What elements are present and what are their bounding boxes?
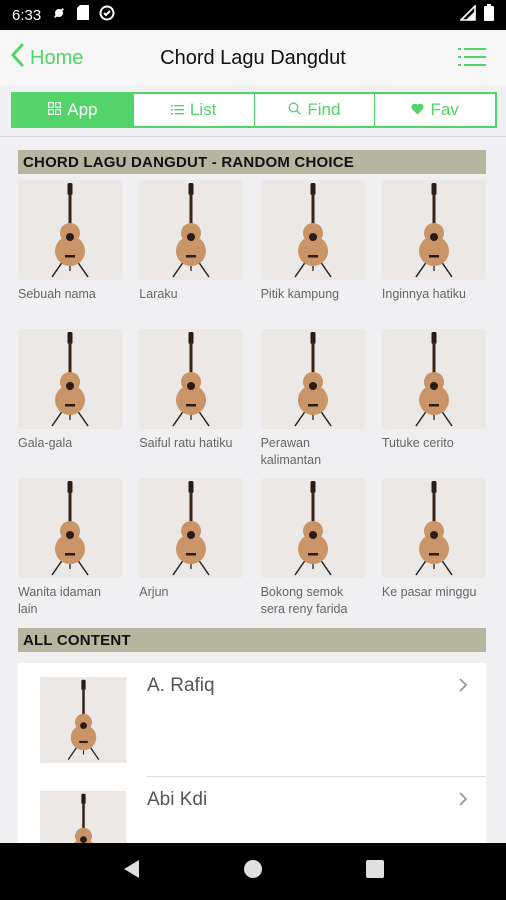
- list-item[interactable]: Abi Kdi: [18, 777, 486, 843]
- back-button[interactable]: Home: [10, 43, 83, 73]
- song-card[interactable]: Pitik kampung: [260, 180, 365, 329]
- back-label: Home: [30, 46, 84, 69]
- song-title: Saiful ratu hatiku: [139, 436, 233, 450]
- settings-icon: [51, 5, 67, 26]
- song-title: Sebuah nama: [18, 287, 96, 301]
- guitar-thumbnail: [381, 478, 486, 578]
- song-card[interactable]: Wanita idaman lain: [18, 478, 122, 627]
- battery-icon: [484, 4, 494, 26]
- guitar-thumbnail: [40, 791, 126, 843]
- circle-home-icon: [243, 859, 263, 884]
- square-recents-icon: [366, 860, 384, 883]
- artist-name: Abi Kdi: [147, 789, 208, 810]
- tab-find[interactable]: Find: [253, 94, 375, 126]
- song-card[interactable]: Ke pasar minggu: [381, 478, 486, 627]
- triangle-back-icon: [122, 859, 140, 884]
- random-choice-grid: Sebuah nama Laraku Pitik kampung Inginnya h…: [18, 180, 486, 627]
- grid-icon: [48, 100, 62, 120]
- random-choice-header: CHORD LAGU DANGDUT - RANDOM CHOICE: [18, 150, 486, 174]
- guitar-thumbnail: [260, 478, 365, 578]
- menu-button[interactable]: [458, 47, 486, 72]
- nav-recents-button[interactable]: [355, 852, 395, 892]
- guitar-thumbnail: [260, 329, 365, 429]
- song-title: Tutuke cerito: [381, 436, 454, 450]
- chevron-right-icon: [458, 791, 468, 812]
- tab-list[interactable]: List: [132, 94, 254, 126]
- song-title: Arjun: [139, 585, 169, 599]
- guitar-thumbnail: [139, 329, 244, 429]
- song-title: Ke pasar minggu: [381, 585, 477, 599]
- chevron-right-icon: [458, 677, 468, 698]
- song-card[interactable]: Saiful ratu hatiku: [139, 329, 244, 478]
- song-card[interactable]: Gala-gala: [18, 329, 122, 478]
- song-title: Perawan kalimantan: [260, 436, 322, 467]
- song-title: Pitik kampung: [260, 287, 340, 301]
- list-item[interactable]: A. Rafiq: [18, 663, 486, 777]
- tab-label: App: [67, 100, 98, 119]
- song-card[interactable]: Bokong semok sera reny farida: [260, 478, 365, 627]
- song-title: Wanita idaman lain: [18, 585, 101, 616]
- guitar-thumbnail: [139, 180, 244, 280]
- song-card[interactable]: Inginnya hatiku: [381, 180, 486, 329]
- song-title: Inginnya hatiku: [381, 287, 466, 301]
- tab-fav[interactable]: Fav: [374, 94, 495, 126]
- data-saver-icon: [99, 5, 115, 26]
- song-card[interactable]: Tutuke cerito: [381, 329, 486, 478]
- status-time: 6:33: [12, 6, 42, 24]
- signal-icon: [459, 3, 476, 26]
- content-list: A. Rafiq Abi Kdi: [18, 663, 486, 843]
- guitar-thumbnail: [260, 180, 365, 280]
- guitar-thumbnail: [381, 180, 486, 280]
- guitar-thumbnail: [18, 180, 122, 280]
- tab-label: Fav: [430, 100, 459, 119]
- guitar-thumbnail: [18, 329, 122, 429]
- song-card[interactable]: Laraku: [139, 180, 244, 329]
- app-bar: Home Chord Lagu Dangdut: [0, 30, 506, 86]
- status-bar: 6:33: [0, 0, 506, 30]
- guitar-thumbnail: [381, 329, 486, 429]
- song-card[interactable]: Perawan kalimantan: [260, 329, 365, 478]
- tab-label: Find: [307, 100, 341, 119]
- song-title: Gala-gala: [18, 436, 73, 450]
- list-icon: [170, 100, 184, 120]
- song-title: Laraku: [139, 287, 178, 301]
- divider: [0, 136, 506, 137]
- heart-icon: [411, 100, 424, 120]
- tab-label: List: [189, 100, 217, 119]
- list-menu-icon: [458, 48, 486, 71]
- guitar-thumbnail: [40, 677, 126, 763]
- tab-bar: App List Find Fav: [11, 92, 497, 128]
- chevron-left-icon: [10, 43, 24, 73]
- all-content-header: ALL CONTENT: [18, 628, 486, 652]
- search-icon: [288, 100, 302, 120]
- song-card[interactable]: Arjun: [139, 478, 244, 627]
- artist-name: A. Rafiq: [147, 675, 215, 696]
- guitar-thumbnail: [18, 478, 122, 578]
- song-title: Bokong semok sera reny farida: [260, 585, 348, 616]
- nav-back-button[interactable]: [111, 852, 151, 892]
- sim-card-icon: [77, 5, 90, 25]
- tab-app[interactable]: App: [13, 94, 133, 126]
- navigation-bar: [0, 843, 506, 900]
- song-card[interactable]: Sebuah nama: [18, 180, 122, 329]
- guitar-thumbnail: [139, 478, 244, 578]
- nav-home-button[interactable]: [233, 852, 273, 892]
